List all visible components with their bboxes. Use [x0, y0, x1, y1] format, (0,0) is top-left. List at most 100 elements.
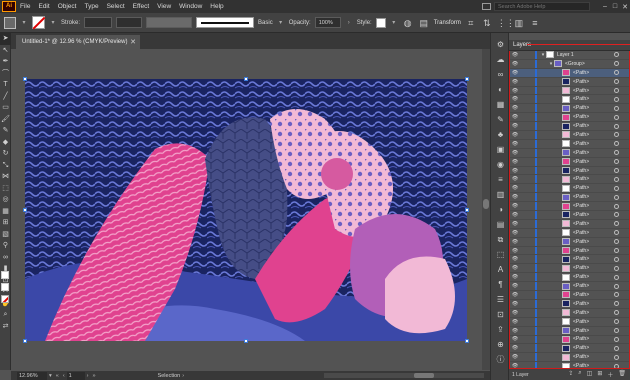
visibility-eye-icon[interactable]: 👁: [510, 194, 520, 200]
selection-indicator-icon[interactable]: [4, 16, 16, 29]
visibility-eye-icon[interactable]: 👁: [510, 354, 520, 360]
first-artboard-icon[interactable]: «: [54, 373, 61, 379]
lock-toggle[interactable]: [520, 300, 528, 308]
workspace-layout-icon[interactable]: [482, 3, 491, 10]
target-circle-icon[interactable]: [614, 96, 619, 102]
lock-toggle[interactable]: [520, 353, 528, 361]
lock-toggle[interactable]: [520, 184, 528, 192]
path-row[interactable]: 👁 <Path>: [510, 104, 629, 114]
width-tool-icon[interactable]: ⋈: [0, 171, 11, 183]
lock-toggle[interactable]: [520, 318, 528, 326]
path-row[interactable]: 👁 <Path>: [510, 344, 629, 354]
visibility-eye-icon[interactable]: 👁: [510, 79, 520, 85]
lock-toggle[interactable]: [520, 264, 528, 272]
target-circle-icon[interactable]: [614, 301, 619, 307]
target-circle-icon[interactable]: [614, 176, 619, 182]
lock-toggle[interactable]: [520, 104, 528, 112]
blend-tool-icon[interactable]: ∞: [0, 252, 11, 264]
eyedropper-tool-icon[interactable]: ⚲: [0, 240, 11, 252]
gradient-tool-icon[interactable]: ▧: [0, 229, 11, 241]
lock-toggle[interactable]: [520, 69, 528, 77]
symbols-icon[interactable]: ♣: [491, 127, 510, 142]
visibility-eye-icon[interactable]: 👁: [510, 141, 520, 147]
horizontal-scroll-thumb[interactable]: [414, 373, 434, 378]
layers-panel-icon[interactable]: ☰: [491, 292, 510, 307]
eraser-tool-icon[interactable]: ◆: [0, 137, 11, 149]
path-row[interactable]: 👁 <Path>: [510, 139, 629, 149]
arrange-icon[interactable]: ⇅: [481, 17, 493, 29]
navigator-icon[interactable]: ⊕: [491, 337, 510, 352]
grid-icon[interactable]: ⋮⋮: [497, 17, 515, 29]
pen-tool-icon[interactable]: ✒: [0, 56, 11, 68]
links-icon[interactable]: ∞: [491, 67, 510, 82]
lock-toggle[interactable]: [520, 51, 528, 59]
gradient-icon[interactable]: ▥: [491, 187, 510, 202]
bounding-box-handle[interactable]: [465, 208, 469, 212]
lock-toggle[interactable]: [520, 220, 528, 228]
target-circle-icon[interactable]: [614, 256, 619, 262]
chevron-down-icon[interactable]: ▾: [20, 19, 28, 26]
target-circle-icon[interactable]: [614, 274, 619, 280]
lock-toggle[interactable]: [520, 87, 528, 95]
lock-toggle[interactable]: [520, 291, 528, 299]
close-window-button[interactable]: ✕: [620, 3, 630, 11]
path-row[interactable]: 👁 <Path>: [510, 175, 629, 185]
path-row[interactable]: 👁 <Path>: [510, 264, 629, 274]
path-row[interactable]: 👁 <Path>: [510, 353, 629, 363]
shape-builder-tool-icon[interactable]: ◎: [0, 194, 11, 206]
visibility-eye-icon[interactable]: 👁: [510, 248, 520, 254]
panel-menu-icon[interactable]: ≡: [529, 17, 541, 29]
path-row[interactable]: 👁 <Path>: [510, 219, 629, 229]
visibility-eye-icon[interactable]: 👁: [510, 230, 520, 236]
type-tool-icon[interactable]: T: [0, 79, 11, 91]
path-row[interactable]: 👁 <Path>: [510, 273, 629, 283]
visibility-eye-icon[interactable]: 👁: [510, 52, 520, 58]
target-circle-icon[interactable]: [614, 114, 619, 120]
target-circle-icon[interactable]: [614, 70, 619, 76]
lock-toggle[interactable]: [520, 335, 528, 343]
curvature-tool-icon[interactable]: ⌒: [0, 68, 11, 80]
lock-toggle[interactable]: [520, 247, 528, 255]
visibility-eye-icon[interactable]: 👁: [510, 61, 520, 67]
lock-toggle[interactable]: [520, 309, 528, 317]
lock-toggle[interactable]: [520, 344, 528, 352]
path-row[interactable]: 👁 <Path>: [510, 291, 629, 300]
last-artboard-icon[interactable]: »: [91, 373, 98, 379]
zoom-tool-icon[interactable]: ⌕: [0, 309, 11, 321]
target-circle-icon[interactable]: [614, 105, 619, 111]
visibility-eye-icon[interactable]: 👁: [510, 114, 520, 120]
path-row[interactable]: 👁 <Path>: [510, 202, 629, 212]
path-row[interactable]: 👁 <Path>: [510, 362, 629, 368]
target-circle-icon[interactable]: [614, 336, 619, 342]
target-circle-icon[interactable]: [614, 292, 619, 298]
lock-toggle[interactable]: [520, 95, 528, 103]
lock-toggle[interactable]: [520, 140, 528, 148]
path-row[interactable]: 👁 <Path>: [510, 95, 629, 105]
free-transform-tool-icon[interactable]: ⬚: [0, 183, 11, 195]
lock-toggle[interactable]: [520, 238, 528, 246]
path-row[interactable]: 👁 <Path>: [510, 282, 629, 292]
visibility-eye-icon[interactable]: 👁: [510, 176, 520, 182]
menu-file[interactable]: File: [16, 0, 34, 13]
maximize-button[interactable]: □: [610, 3, 620, 10]
target-circle-icon[interactable]: [614, 123, 619, 129]
target-circle-icon[interactable]: [614, 363, 619, 368]
path-row[interactable]: 👁 <Path>: [510, 184, 629, 194]
lock-toggle[interactable]: [520, 113, 528, 121]
visibility-eye-icon[interactable]: 👁: [510, 292, 520, 298]
target-circle-icon[interactable]: [614, 328, 619, 334]
chevron-down-icon[interactable]: ▾: [47, 373, 54, 379]
path-row[interactable]: 👁 <Path>: [510, 68, 629, 78]
visibility-eye-icon[interactable]: 👁: [510, 168, 520, 174]
visibility-eye-icon[interactable]: 👁: [510, 132, 520, 138]
path-row[interactable]: 👁 <Path>: [510, 308, 629, 318]
target-circle-icon[interactable]: [614, 61, 619, 67]
fill-none-swatch[interactable]: [32, 16, 45, 29]
stroke-icon[interactable]: ≡: [491, 172, 510, 187]
target-circle-icon[interactable]: [614, 230, 619, 236]
selection-tool-icon[interactable]: ➤: [0, 33, 11, 45]
path-row[interactable]: 👁 <Path>: [510, 317, 629, 327]
lock-toggle[interactable]: [520, 202, 528, 210]
vertical-scroll-thumb[interactable]: [483, 199, 489, 209]
visibility-eye-icon[interactable]: 👁: [510, 150, 520, 156]
